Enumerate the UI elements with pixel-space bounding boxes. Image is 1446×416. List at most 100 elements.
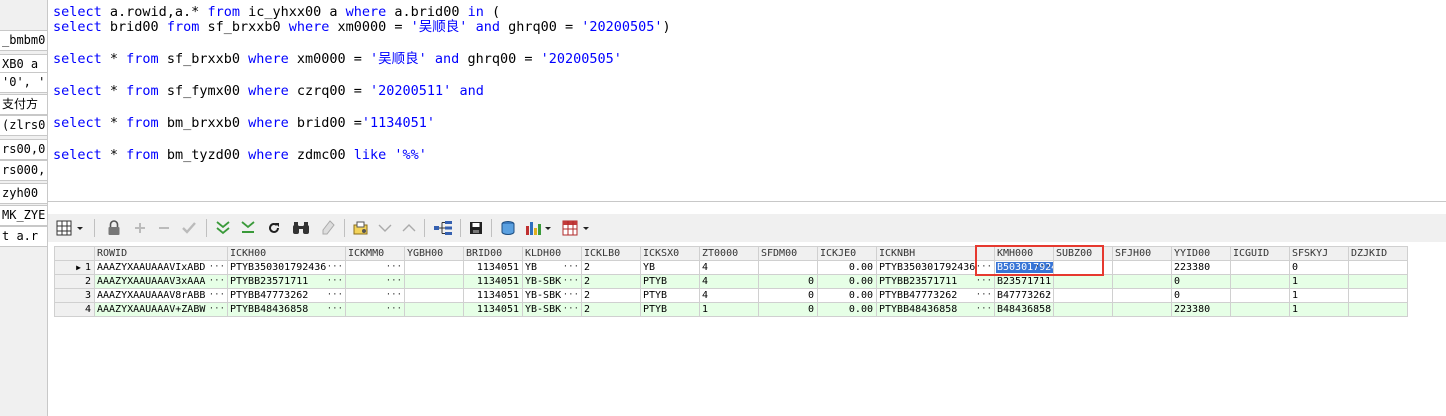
cell-ickh00[interactable]: PTYBB47773262	[227, 288, 346, 303]
left-pane-row[interactable]: rs000,	[0, 160, 47, 181]
cell-kldh00[interactable]: YB-SBK	[522, 274, 582, 289]
cell-sfjh00[interactable]	[1112, 288, 1172, 303]
cell-ickh00[interactable]: PTYB350301792436	[227, 260, 346, 275]
column-header-icguid[interactable]: ICGUID	[1230, 246, 1290, 261]
cell-yyid00[interactable]: 0	[1171, 274, 1231, 289]
sql-line[interactable]: select * from bm_tyzd00 where zdmc00 lik…	[53, 146, 427, 164]
left-pane-row[interactable]: t a.r	[0, 226, 47, 247]
cell-subz00[interactable]	[1053, 274, 1113, 289]
cell-ygbh00[interactable]	[404, 288, 464, 303]
cell-icguid[interactable]	[1230, 260, 1290, 275]
result-grid[interactable]: ROWID ICKH00 ICKMM0 YGBH00 BRID00 KLDH00 ICKLB…	[54, 246, 1446, 416]
cell-rowid[interactable]: AAAZYXAAUAAAV8rABB	[94, 288, 228, 303]
cell-sfjh00[interactable]	[1112, 274, 1172, 289]
cell-yyid00[interactable]: 0	[1171, 288, 1231, 303]
column-header-sfjh00[interactable]: SFJH00	[1112, 246, 1172, 261]
cell-icknbh[interactable]: PTYBB23571711	[876, 274, 995, 289]
cell-kldh00[interactable]: YB	[522, 260, 582, 275]
sql-line[interactable]: select * from bm_brxxb0 where brid00 ='1…	[53, 114, 435, 132]
cell-brid00[interactable]: 1134051	[463, 274, 523, 289]
cell-zt0000[interactable]: 4	[699, 260, 759, 275]
cell-sfjh00[interactable]	[1112, 302, 1172, 317]
table-row[interactable]: 4AAAZYXAAUAAAV+ZABWPTYBB484368581134051Y…	[54, 302, 1408, 317]
cell-ickmm0[interactable]	[345, 274, 405, 289]
table-row[interactable]: ▶1AAAZYXAAUAAAVIxABDPTYB350301792436 1134…	[54, 260, 1408, 275]
column-header-sfdm00[interactable]: SFDM00	[758, 246, 818, 261]
left-pane-row[interactable]: rs00,0	[0, 139, 47, 160]
cell-brid00[interactable]: 1134051	[463, 260, 523, 275]
cell-icksx0[interactable]: PTYB	[640, 274, 700, 289]
column-header-ickh00[interactable]: ICKH00	[227, 246, 346, 261]
cell-rowid[interactable]: AAAZYXAAUAAAV3xAAA	[94, 274, 228, 289]
cell-ickmm0[interactable]	[345, 288, 405, 303]
delete-record-icon[interactable]	[154, 217, 174, 239]
cell-ickmm0[interactable]	[345, 302, 405, 317]
cell-sfskyj[interactable]: 0	[1289, 260, 1349, 275]
cell-sfskyj[interactable]: 1	[1289, 288, 1349, 303]
left-pane-row[interactable]: 支付方	[0, 94, 47, 115]
cell-zt0000[interactable]: 4	[699, 288, 759, 303]
left-pane-row[interactable]: zyh00	[0, 183, 47, 204]
cell-icklb0[interactable]: 2	[581, 260, 641, 275]
column-header-dzjkid[interactable]: DZJKID	[1348, 246, 1408, 261]
cell-sfskyj[interactable]: 1	[1289, 274, 1349, 289]
column-header-ygbh00[interactable]: YGBH00	[404, 246, 464, 261]
column-header-sfskyj[interactable]: SFSKYJ	[1289, 246, 1349, 261]
clear-icon[interactable]	[318, 217, 338, 239]
sql-line[interactable]: select * from sf_fymx00 where czrq00 = '…	[53, 82, 484, 100]
cell-kldh00[interactable]: YB-SBK	[522, 302, 582, 317]
sql-line[interactable]: select * from sf_brxxb0 where xm0000 = '…	[53, 50, 622, 68]
column-header-ickje0[interactable]: ICKJE0	[817, 246, 877, 261]
table-row[interactable]: 2AAAZYXAAUAAAV3xAAAPTYBB235717111134051Y…	[54, 274, 1408, 289]
cell-dzjkid[interactable]	[1348, 288, 1408, 303]
refresh-icon[interactable]	[264, 217, 284, 239]
row-number[interactable]: 4	[54, 302, 95, 317]
find-icon[interactable]	[290, 217, 312, 239]
cell-dzjkid[interactable]	[1348, 302, 1408, 317]
table-row[interactable]: 3AAAZYXAAUAAAV8rABBPTYBB477732621134051Y…	[54, 288, 1408, 303]
sql-line[interactable]: select brid00 from sf_brxxb0 where xm000…	[53, 18, 671, 36]
cell-icknbh[interactable]: PTYBB48436858	[876, 302, 995, 317]
cell-dzjkid[interactable]	[1348, 274, 1408, 289]
cell-brid00[interactable]: 1134051	[463, 288, 523, 303]
row-number[interactable]: 3	[54, 288, 95, 303]
cell-kmh000[interactable]: B48436858	[994, 302, 1054, 317]
previous-icon[interactable]	[376, 217, 394, 239]
cell-yyid00[interactable]: 223380	[1171, 302, 1231, 317]
cell-ickje0[interactable]: 0.00	[817, 274, 877, 289]
table-icon[interactable]	[560, 217, 594, 239]
chart-icon[interactable]	[524, 217, 554, 239]
column-header-zt0000[interactable]: ZT0000	[699, 246, 759, 261]
left-pane-row[interactable]: _bmbm0	[0, 30, 47, 51]
cell-ickje0[interactable]: 0.00	[817, 302, 877, 317]
cell-icknbh[interactable]: PTYBB47773262	[876, 288, 995, 303]
sql-editor[interactable]: select a.rowid,a.* from ic_yhxx00 a wher…	[48, 0, 1446, 202]
post-edit-icon[interactable]	[178, 217, 200, 239]
cell-dzjkid[interactable]	[1348, 260, 1408, 275]
cell-icklb0[interactable]: 2	[581, 288, 641, 303]
cell-yyid00[interactable]: 223380	[1171, 260, 1231, 275]
cell-sfdm00[interactable]: 0	[758, 302, 818, 317]
column-header-icklb0[interactable]: ICKLB0	[581, 246, 641, 261]
left-pane-row[interactable]: (zlrs0	[0, 115, 47, 136]
grid-view-icon[interactable]	[54, 217, 88, 239]
tree-icon[interactable]	[432, 217, 454, 239]
cell-ickje0[interactable]: 0.00	[817, 288, 877, 303]
column-header-ickmm0[interactable]: ICKMM0	[345, 246, 405, 261]
cell-icguid[interactable]	[1230, 274, 1290, 289]
cell-icksx0[interactable]: PTYB	[640, 288, 700, 303]
column-header-icksx0[interactable]: ICKSX0	[640, 246, 700, 261]
cell-sfdm00[interactable]: 0	[758, 274, 818, 289]
cell-ygbh00[interactable]	[404, 274, 464, 289]
left-pane-row[interactable]: '0', '	[0, 72, 47, 93]
cell-ygbh00[interactable]	[404, 260, 464, 275]
cell-kmh000[interactable]: B23571711	[994, 274, 1054, 289]
cell-icklb0[interactable]: 2	[581, 274, 641, 289]
cell-ickmm0[interactable]	[345, 260, 405, 275]
filter-down-icon[interactable]	[213, 217, 233, 239]
cell-sfskyj[interactable]: 1	[1289, 302, 1349, 317]
cell-zt0000[interactable]: 1	[699, 302, 759, 317]
cell-sfdm00[interactable]: 0	[758, 288, 818, 303]
cell-sfdm00[interactable]	[758, 260, 818, 275]
cell-icklb0[interactable]: 2	[581, 302, 641, 317]
